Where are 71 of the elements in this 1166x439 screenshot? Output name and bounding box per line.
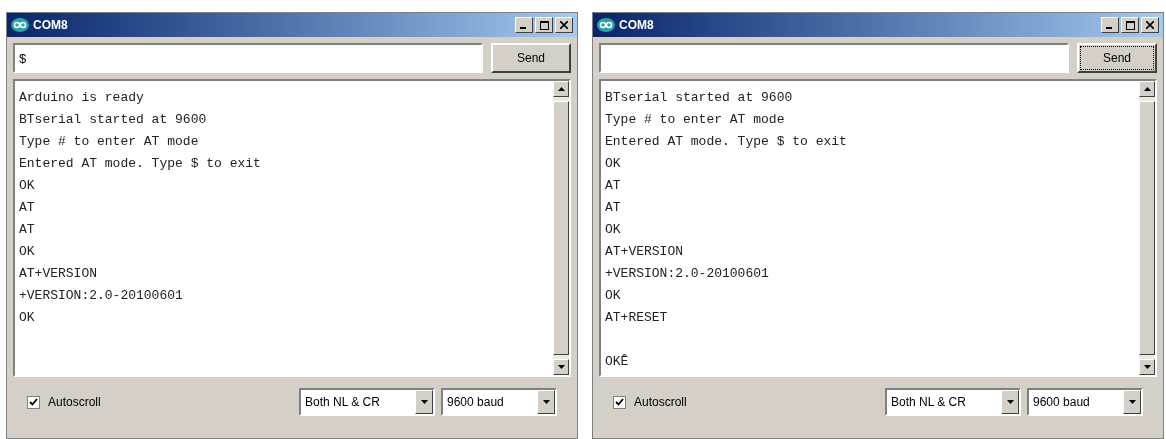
output-line: Type # to enter AT mode — [605, 111, 786, 129]
check-icon — [615, 398, 624, 406]
output-line: OK — [19, 243, 36, 261]
up-arrow-icon — [557, 87, 565, 91]
output-line: Type # to enter AT mode — [19, 133, 200, 151]
output-line: OK — [605, 287, 622, 305]
line-ending-dropdown[interactable]: Both NL & CR — [885, 388, 1021, 416]
dropdown-value: Both NL & CR — [890, 394, 967, 411]
dropdown-value: 9600 baud — [446, 394, 505, 411]
down-arrow-icon — [420, 400, 428, 404]
output-line: BTserial started at 9600 — [605, 89, 794, 107]
close-icon — [560, 21, 568, 29]
scroll-down-button[interactable] — [553, 359, 569, 375]
up-arrow-icon — [1143, 87, 1151, 91]
scroll-up-button[interactable] — [553, 81, 569, 97]
output-line: AT — [19, 221, 36, 239]
down-arrow-icon — [1143, 365, 1151, 369]
down-arrow-icon — [557, 365, 565, 369]
window-title: COM8 — [619, 17, 654, 34]
dropdown-arrow-button[interactable] — [1123, 390, 1141, 414]
output-line: AT+RESET — [605, 309, 669, 327]
maximize-button[interactable] — [1121, 17, 1139, 33]
scroll-up-button[interactable] — [1139, 81, 1155, 97]
autoscroll-checkbox[interactable] — [613, 395, 626, 409]
output-line: AT — [605, 177, 622, 195]
input-field[interactable] — [599, 43, 1069, 73]
output-line: AT — [19, 199, 36, 217]
output-line: OK — [605, 155, 622, 173]
output-line: Arduino is ready — [19, 89, 145, 107]
baud-dropdown[interactable]: 9600 baud — [1027, 388, 1143, 416]
input-field[interactable]: $ — [13, 43, 483, 73]
output-line: OK — [19, 309, 36, 327]
infinity-logo-icon — [11, 18, 29, 32]
maximize-icon — [539, 20, 549, 30]
minimize-button[interactable] — [1101, 17, 1119, 33]
infinity-logo-icon — [597, 18, 615, 32]
maximize-button[interactable] — [535, 17, 553, 33]
scroll-down-button[interactable] — [1139, 359, 1155, 375]
dropdown-arrow-button[interactable] — [415, 390, 433, 414]
maximize-icon — [1125, 20, 1135, 30]
down-arrow-icon — [1128, 400, 1136, 404]
send-button[interactable]: Send — [491, 43, 571, 73]
check-icon — [29, 398, 38, 406]
down-arrow-icon — [1006, 400, 1014, 404]
dropdown-arrow-button[interactable] — [1001, 390, 1019, 414]
autoscroll-label: Autoscroll — [634, 394, 687, 411]
send-button[interactable]: Send — [1077, 43, 1157, 73]
autoscroll-label: Autoscroll — [48, 394, 101, 411]
output-line: Entered AT mode. Type $ to exit — [605, 133, 848, 151]
output-line: BTserial started at 9600 — [19, 111, 208, 129]
window-title: COM8 — [33, 17, 68, 34]
output-line: Entered AT mode. Type $ to exit — [19, 155, 262, 173]
close-icon — [1146, 21, 1154, 29]
autoscroll-checkbox[interactable] — [27, 395, 40, 409]
close-button[interactable] — [555, 17, 573, 33]
output-line: OKÊ — [605, 353, 630, 371]
dropdown-arrow-button[interactable] — [537, 390, 555, 414]
output-line: OK — [605, 221, 622, 239]
output-line: +VERSION:2.0-20100601 — [19, 287, 184, 305]
output-line: AT+VERSION — [605, 243, 684, 261]
close-button[interactable] — [1141, 17, 1159, 33]
down-arrow-icon — [542, 400, 550, 404]
dropdown-value: 9600 baud — [1032, 394, 1091, 411]
minimize-button[interactable] — [515, 17, 533, 33]
line-ending-dropdown[interactable]: Both NL & CR — [299, 388, 435, 416]
output-line: OK — [19, 177, 36, 195]
output-line: +VERSION:2.0-20100601 — [605, 265, 770, 283]
dropdown-value: Both NL & CR — [304, 394, 381, 411]
output-line: AT+VERSION — [19, 265, 98, 283]
baud-dropdown[interactable]: 9600 baud — [441, 388, 557, 416]
output-line: AT — [605, 199, 622, 217]
